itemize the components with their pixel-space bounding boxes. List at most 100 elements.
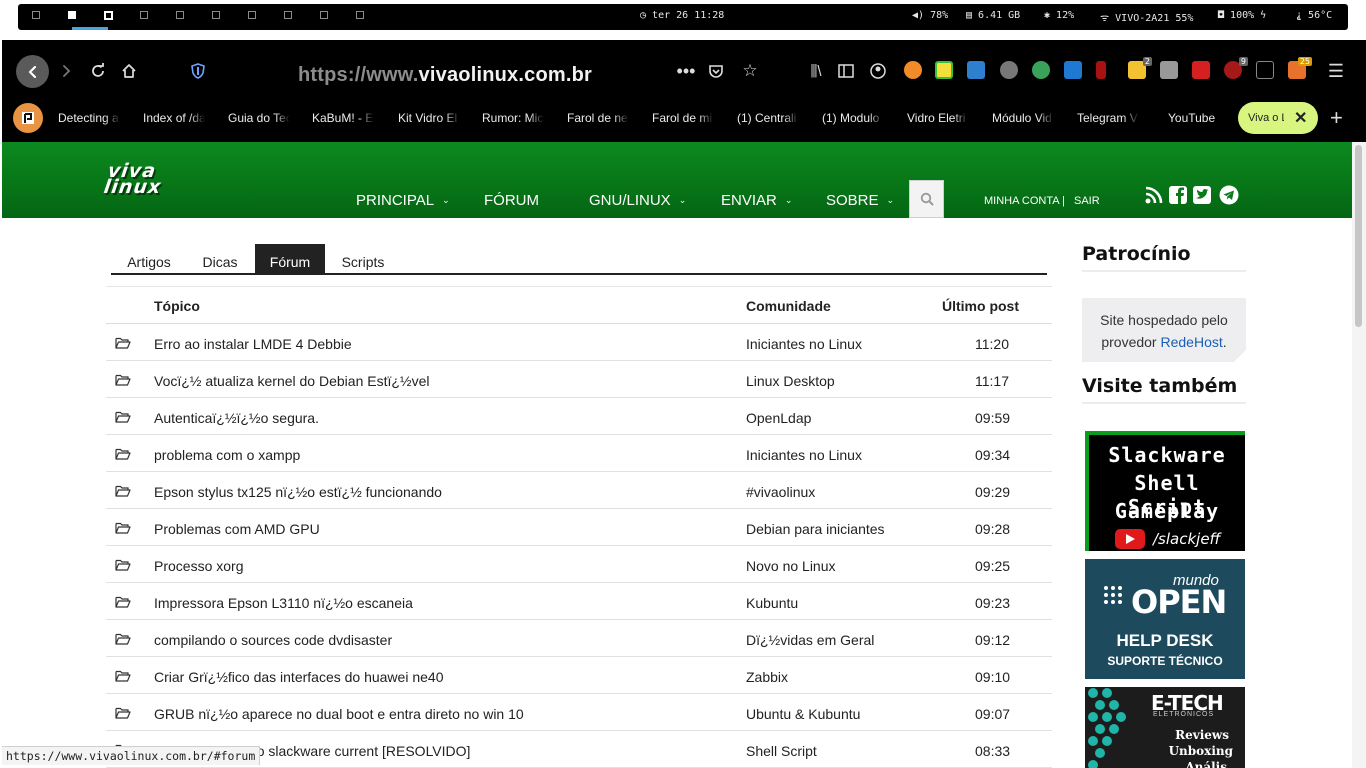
back-button[interactable] [16, 55, 49, 88]
workspace-8[interactable] [284, 11, 292, 19]
menu-forum[interactable]: FÓRUM [484, 192, 539, 209]
pocket-button[interactable] [702, 56, 730, 86]
tab-scripts[interactable]: Scripts [329, 244, 397, 274]
community-link[interactable]: Debian para iniciantes [746, 521, 885, 537]
menu-sobre[interactable]: SOBRE ⌄ [826, 192, 894, 209]
facebook-icon[interactable] [1168, 185, 1188, 205]
bookmark-12[interactable]: Módulo Vid [992, 111, 1054, 125]
rss-icon[interactable] [1144, 185, 1164, 205]
slackjeff-banner[interactable]: Slackware Shell Script Gameplay /slackje… [1085, 431, 1245, 551]
workspace-7[interactable] [248, 11, 256, 19]
workspace-6[interactable] [212, 11, 220, 19]
bookmark-youtube[interactable]: YouTube [1168, 111, 1228, 125]
bookmark-logo-icon[interactable] [13, 103, 43, 133]
bookmark-1[interactable]: Detecting a [58, 111, 120, 125]
new-tab-button[interactable]: + [1330, 105, 1343, 131]
account-button[interactable] [864, 56, 892, 86]
extension-k-icon[interactable] [1160, 61, 1178, 79]
extension-globe-icon[interactable] [1032, 61, 1050, 79]
extension-s-icon[interactable] [967, 61, 985, 79]
topic-link[interactable]: Criar Grï¿½fico das interfaces do huawei… [154, 669, 443, 685]
reload-button[interactable] [84, 56, 112, 86]
page-scrollbar[interactable] [1352, 142, 1366, 768]
workspace-1[interactable] [32, 11, 40, 19]
workspace-3[interactable] [104, 11, 113, 20]
scrollbar-thumb[interactable] [1355, 145, 1362, 327]
search-button[interactable] [909, 180, 944, 218]
page-actions-button[interactable]: ••• [672, 56, 700, 86]
workspace-10[interactable] [356, 11, 364, 19]
bookmark-5[interactable]: Kit Vidro El [398, 111, 460, 125]
community-link[interactable]: Iniciantes no Linux [746, 336, 862, 352]
bookmark-11[interactable]: Vidro Eletri [907, 111, 969, 125]
mundo-open-banner[interactable]: mundo OPEN HELP DESK SUPORTE TÉCNICO [1085, 559, 1245, 679]
close-tab-icon[interactable]: ✕ [1294, 108, 1330, 128]
extension-ublock-icon[interactable]: 9 [1224, 57, 1248, 79]
my-account-link[interactable]: MINHA CONTA | [984, 195, 1065, 207]
topic-link[interactable]: compilando o sources code dvdisaster [154, 632, 392, 648]
forward-button[interactable] [52, 56, 80, 86]
topic-link[interactable]: Epson stylus tx125 nï¿½o estï¿½ funciona… [154, 484, 442, 500]
topic-link[interactable]: GRUB nï¿½o aparece no dual boot e entra … [154, 706, 524, 722]
extension-notes-icon[interactable]: 2 [1128, 57, 1152, 79]
community-link[interactable]: Novo no Linux [746, 558, 836, 574]
workspace-4[interactable] [140, 11, 148, 19]
tracking-protection-button[interactable] [184, 56, 212, 86]
extension-skype-icon[interactable] [1064, 61, 1082, 79]
bookmark-13[interactable]: Telegram V [1077, 111, 1139, 125]
bookmark-10[interactable]: (1) Modulo [822, 111, 884, 125]
volume-indicator[interactable]: ◀) 78% [912, 10, 948, 21]
bookmark-star-button[interactable]: ☆ [736, 56, 764, 86]
extension-cart-icon[interactable]: 25 [1288, 57, 1312, 79]
extension-wand-icon[interactable] [1256, 61, 1274, 79]
community-link[interactable]: Zabbix [746, 669, 788, 685]
bookmark-8[interactable]: Farol de mi [652, 111, 714, 125]
topic-link[interactable]: Impressora Epson L3110 nï¿½o escaneia [154, 595, 413, 611]
bookmark-4[interactable]: KaBuM! - E [312, 111, 374, 125]
extension-n-icon[interactable] [935, 61, 953, 79]
telegram-icon[interactable] [1219, 185, 1239, 205]
extension-gear-icon[interactable] [1000, 61, 1018, 79]
bookmark-7[interactable]: Farol de ne [567, 111, 629, 125]
topic-link[interactable]: Autenticaï¿½ï¿½o segura. [154, 410, 319, 426]
library-button[interactable]: ⫼\ [802, 56, 830, 86]
tab-forum[interactable]: Fórum [255, 244, 325, 274]
logout-link[interactable]: SAIR [1074, 195, 1100, 207]
topic-link[interactable]: Vocï¿½ atualiza kernel do Debian Estï¿½v… [154, 373, 429, 389]
extension-pen-icon[interactable] [1192, 61, 1210, 79]
etech-banner[interactable]: E-TECH ELETRÔNICOS Reviews Unboxing Anál… [1085, 687, 1245, 768]
community-link[interactable]: Kubuntu [746, 595, 798, 611]
tab-artigos[interactable]: Artigos [111, 244, 187, 274]
workspace-5[interactable] [176, 11, 184, 19]
community-link[interactable]: OpenLdap [746, 410, 811, 426]
bookmark-2[interactable]: Index of /da [143, 111, 205, 125]
active-tab[interactable]: Viva o L ✕ [1238, 102, 1318, 134]
site-logo[interactable]: viva linux [102, 160, 196, 200]
workspace-2[interactable] [68, 11, 76, 19]
wifi-indicator[interactable]: ᯤ VIVO-2A21 55% [1100, 10, 1193, 24]
community-link[interactable]: Shell Script [746, 743, 817, 759]
bookmark-3[interactable]: Guia do Tec [228, 111, 290, 125]
clock[interactable]: ◷ ter 26 11:28 [640, 10, 724, 21]
community-link[interactable]: #vivaolinux [746, 484, 815, 500]
topic-link[interactable]: problema com o xampp [154, 447, 300, 463]
menu-gnu-linux[interactable]: GNU/LINUX ⌄ [589, 192, 686, 209]
menu-principal[interactable]: PRINCIPAL ⌄ [356, 192, 450, 209]
workspace-9[interactable] [320, 11, 328, 19]
menu-enviar[interactable]: ENVIAR ⌄ [721, 192, 792, 209]
community-link[interactable]: Linux Desktop [746, 373, 835, 389]
community-link[interactable]: Dï¿½vidas em Geral [746, 632, 874, 648]
community-link[interactable]: Ubuntu & Kubuntu [746, 706, 860, 722]
redehost-link[interactable]: RedeHost [1161, 334, 1223, 350]
bookmark-6[interactable]: Rumor: Mic [482, 111, 544, 125]
menu-button[interactable]: ☰ [1322, 56, 1350, 86]
topic-link[interactable]: Processo xorg [154, 558, 243, 574]
sidebar-button[interactable] [832, 56, 860, 86]
extension-red-icon[interactable] [1096, 61, 1106, 79]
topic-link[interactable]: Problemas com AMD GPU [154, 521, 320, 537]
tab-dicas[interactable]: Dicas [187, 244, 253, 274]
extension-fox-icon[interactable] [904, 61, 922, 79]
home-button[interactable] [115, 56, 143, 86]
topic-link[interactable]: Erro ao instalar LMDE 4 Debbie [154, 336, 352, 352]
bookmark-9[interactable]: (1) Centrali [737, 111, 799, 125]
